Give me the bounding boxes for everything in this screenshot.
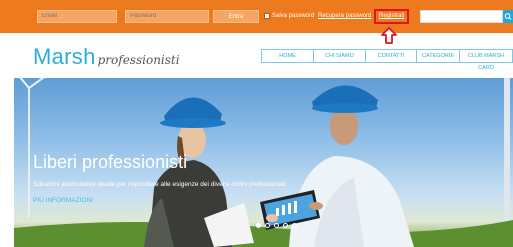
email-input[interactable]: [37, 10, 117, 23]
nav-club-marsh-card[interactable]: CLUB MARSH CARD: [459, 49, 513, 71]
top-login-bar: Entra Salva password Recupera password R…: [0, 0, 513, 33]
slider-dot-4[interactable]: [283, 223, 288, 228]
slider-dot-5[interactable]: [292, 223, 297, 228]
logo-brand: Marsh: [33, 44, 96, 69]
slider-dot-3[interactable]: [274, 223, 279, 228]
nav-categorie[interactable]: CATEGORIE: [416, 49, 460, 63]
hero-subtitle: Soluzioni assicurative ideate per rispon…: [33, 181, 288, 188]
save-password-checkbox[interactable]: [264, 13, 270, 19]
nav-home[interactable]: HOME: [261, 49, 314, 63]
arrow-up-icon: [381, 27, 397, 44]
slider-dot-1[interactable]: [256, 223, 261, 228]
enter-button[interactable]: Entra: [213, 10, 259, 23]
slider-dot-2[interactable]: [265, 223, 270, 228]
logo-subtitle: professionisti: [97, 53, 180, 67]
search-icon: [504, 13, 512, 20]
search-button[interactable]: [503, 10, 513, 23]
register-link[interactable]: Registrati: [379, 12, 404, 20]
hero-title: Liberi professionisti: [33, 152, 188, 172]
nav-contatti[interactable]: CONTATTI: [365, 49, 417, 63]
recover-password-link[interactable]: Recupera password: [318, 12, 371, 20]
hero-banner: Liberi professionisti Soluzioni assicura…: [14, 78, 513, 247]
more-info-link[interactable]: PIÙ INFORMAZIONI: [33, 197, 93, 204]
marsh-logo[interactable]: Marsh professionisti: [33, 44, 180, 70]
slider-dots: [256, 223, 297, 228]
password-input[interactable]: [125, 10, 209, 23]
search-input[interactable]: [420, 10, 503, 23]
nav-chi-siamo[interactable]: CHI SIAMO: [313, 49, 366, 63]
save-password-label: Salva password: [272, 13, 315, 19]
